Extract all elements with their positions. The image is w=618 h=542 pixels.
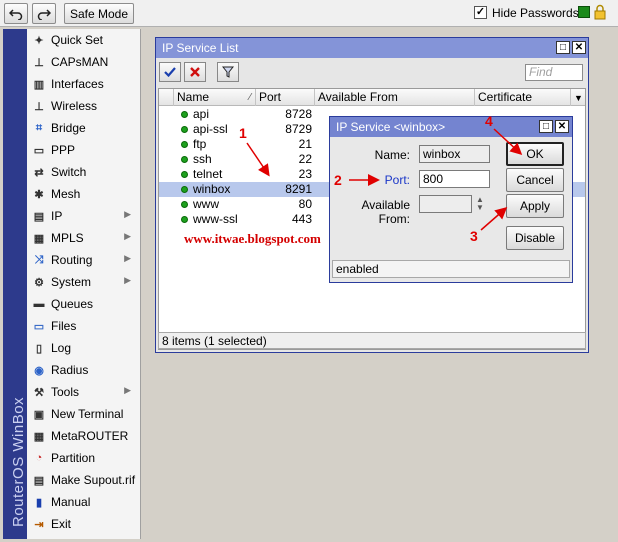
annotation-step-4: 4	[485, 113, 493, 129]
annotation-arrow-3	[480, 207, 508, 231]
annotation-step-2: 2	[334, 172, 342, 188]
annotation-step-3: 3	[470, 228, 478, 244]
annotation-step-1: 1	[239, 125, 247, 141]
annotation-overlay	[246, 128, 523, 231]
annotation-arrow-1	[246, 142, 270, 177]
annotation-arrow-4	[493, 128, 523, 156]
